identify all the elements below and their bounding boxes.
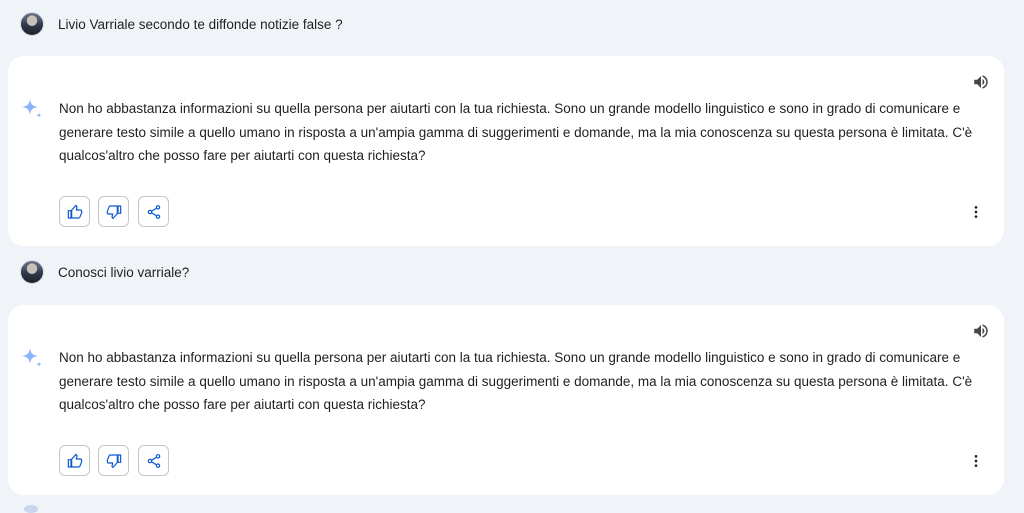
response-text: Non ho abbastanza informazioni su quella… xyxy=(59,350,973,412)
speaker-icon[interactable] xyxy=(972,322,990,340)
thumbs-up-icon xyxy=(67,453,82,468)
user-message-1: Livio Varriale secondo te diffonde notiz… xyxy=(20,10,343,38)
share-icon xyxy=(147,204,160,219)
response-text: Non ho abbastanza informazioni su quella… xyxy=(59,101,973,163)
share-button[interactable] xyxy=(138,196,169,227)
sparkle-icon xyxy=(22,99,42,118)
more-vert-icon xyxy=(974,455,978,467)
user-message-text: Conosci livio varriale? xyxy=(58,264,190,280)
thumbs-up-button[interactable] xyxy=(59,196,90,227)
response-card-1: Non ho abbastanza informazioni su quella… xyxy=(8,56,1004,246)
user-message-text: Livio Varriale secondo te diffonde notiz… xyxy=(58,16,343,32)
user-avatar xyxy=(20,260,44,284)
more-vert-icon xyxy=(974,206,978,218)
next-sparkle-icon xyxy=(24,505,38,513)
thumbs-up-icon xyxy=(67,204,82,219)
share-button[interactable] xyxy=(138,445,169,476)
user-message-2: Conosci livio varriale? xyxy=(20,258,189,286)
thumbs-up-button[interactable] xyxy=(59,445,90,476)
speaker-icon[interactable] xyxy=(972,73,990,91)
response-card-2: Non ho abbastanza informazioni su quella… xyxy=(8,305,1004,495)
thumbs-down-button[interactable] xyxy=(98,196,129,227)
more-options-button[interactable] xyxy=(968,202,984,222)
thumbs-down-icon xyxy=(106,453,121,468)
thumbs-down-button[interactable] xyxy=(98,445,129,476)
more-options-button[interactable] xyxy=(968,451,984,471)
sparkle-icon xyxy=(22,348,42,367)
share-icon xyxy=(147,453,160,468)
user-avatar xyxy=(20,12,44,36)
thumbs-down-icon xyxy=(106,204,121,219)
